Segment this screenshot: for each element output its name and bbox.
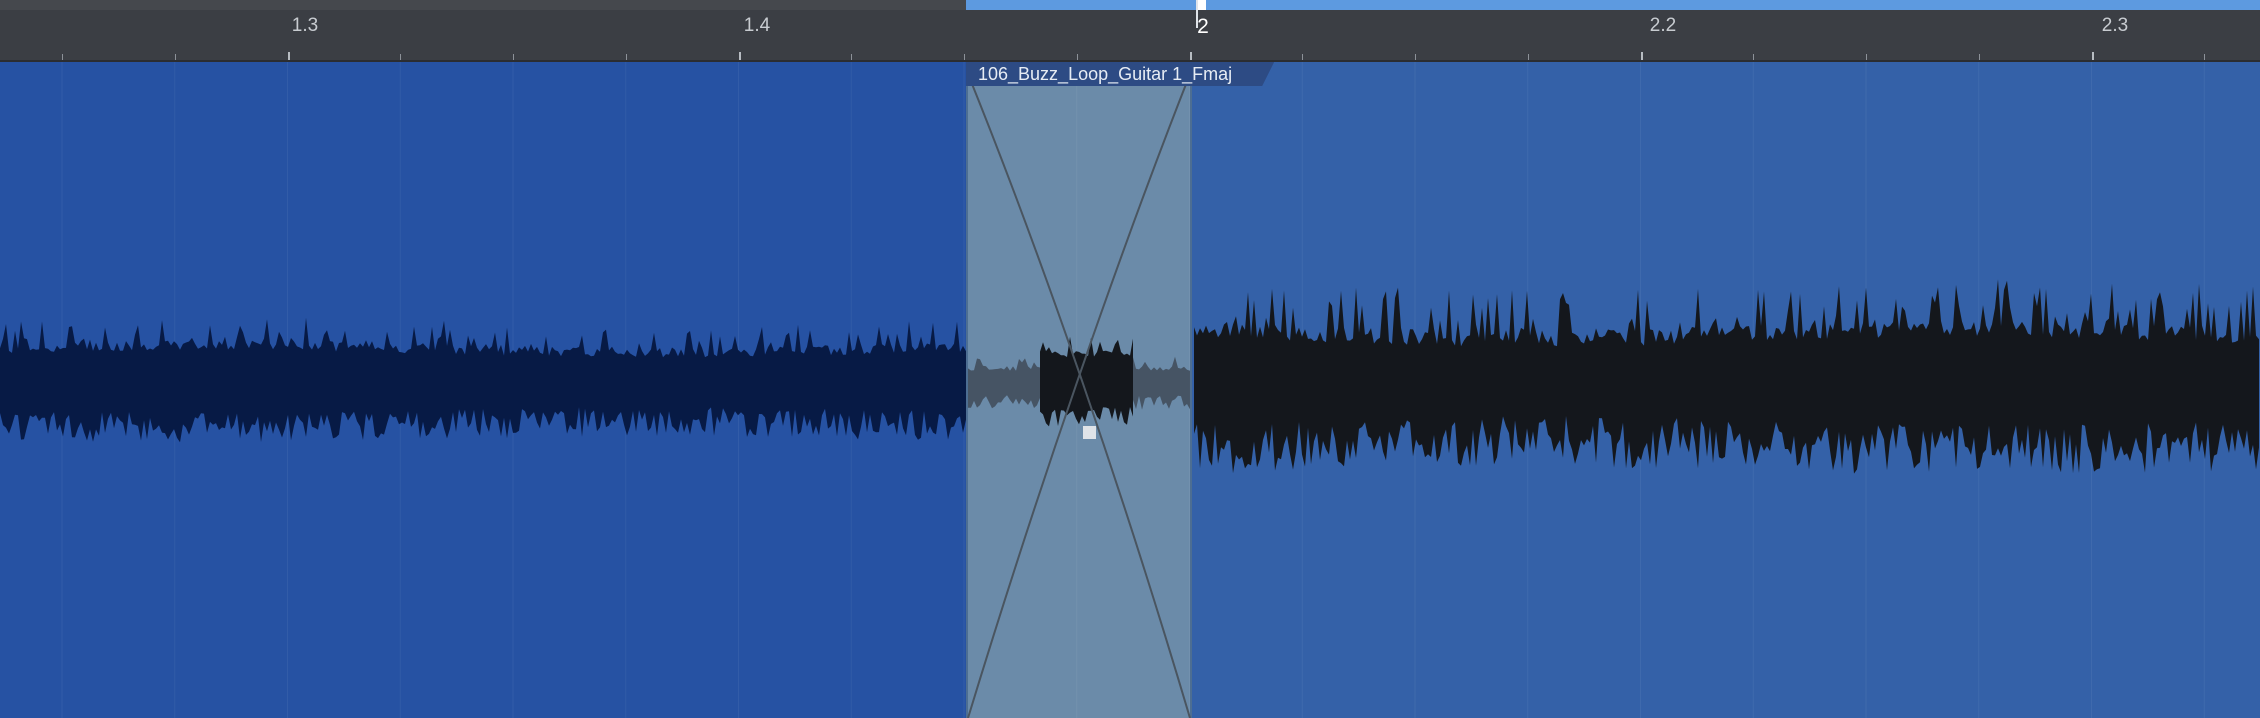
clip-name-label[interactable]: 106_Buzz_Loop_Guitar 1_Fmaj (966, 62, 1274, 86)
loop-range-bar[interactable] (966, 0, 2260, 10)
bar-label-1-3: 1.3 (291, 15, 319, 36)
ruler-minor-tick (513, 54, 514, 60)
ruler-minor-tick (400, 54, 401, 60)
crossfade-handle[interactable] (1083, 426, 1096, 439)
ruler-minor-tick (1753, 54, 1754, 60)
ruler-minor-tick (62, 54, 63, 60)
ruler-minor-tick (1979, 54, 1980, 60)
ruler-minor-tick (1866, 54, 1867, 60)
ruler-major-tick (1641, 52, 1643, 60)
ruler-minor-tick (1528, 54, 1529, 60)
ruler-minor-tick (2204, 54, 2205, 60)
ruler-major-tick (1190, 52, 1192, 60)
ruler-major-tick (2092, 52, 2094, 60)
ruler-major-tick (739, 52, 741, 60)
ruler-minor-tick (1415, 54, 1416, 60)
ruler-minor-tick (175, 54, 176, 60)
ruler-minor-tick (626, 54, 627, 60)
playhead-marker[interactable] (1196, 0, 1198, 28)
ruler-minor-tick (1077, 54, 1078, 60)
track-lane: 106_Buzz_Loop_Guitar 1_Fmaj (0, 62, 2260, 718)
ruler-major-tick (288, 52, 290, 60)
bar-label-1-4: 1.4 (743, 15, 771, 36)
bar-label-2-2: 2.2 (1649, 15, 1677, 36)
fade-in-curve[interactable] (967, 73, 1191, 718)
crossfade-curves[interactable] (0, 62, 2260, 718)
ruler-minor-tick (964, 54, 965, 60)
ruler-minor-tick (851, 54, 852, 60)
bar-label-2: 2 (1197, 15, 1209, 38)
ruler-minor-tick (1302, 54, 1303, 60)
timeline-ruler[interactable]: 1.3 1.4 2 2.2 2.3 (0, 0, 2260, 62)
fade-out-curve[interactable] (967, 73, 1191, 718)
arrange-view: 1.3 1.4 2 2.2 2.3 106_Buzz_Loop_Guitar 1… (0, 0, 2260, 718)
bar-label-2-3: 2.3 (2101, 15, 2129, 36)
